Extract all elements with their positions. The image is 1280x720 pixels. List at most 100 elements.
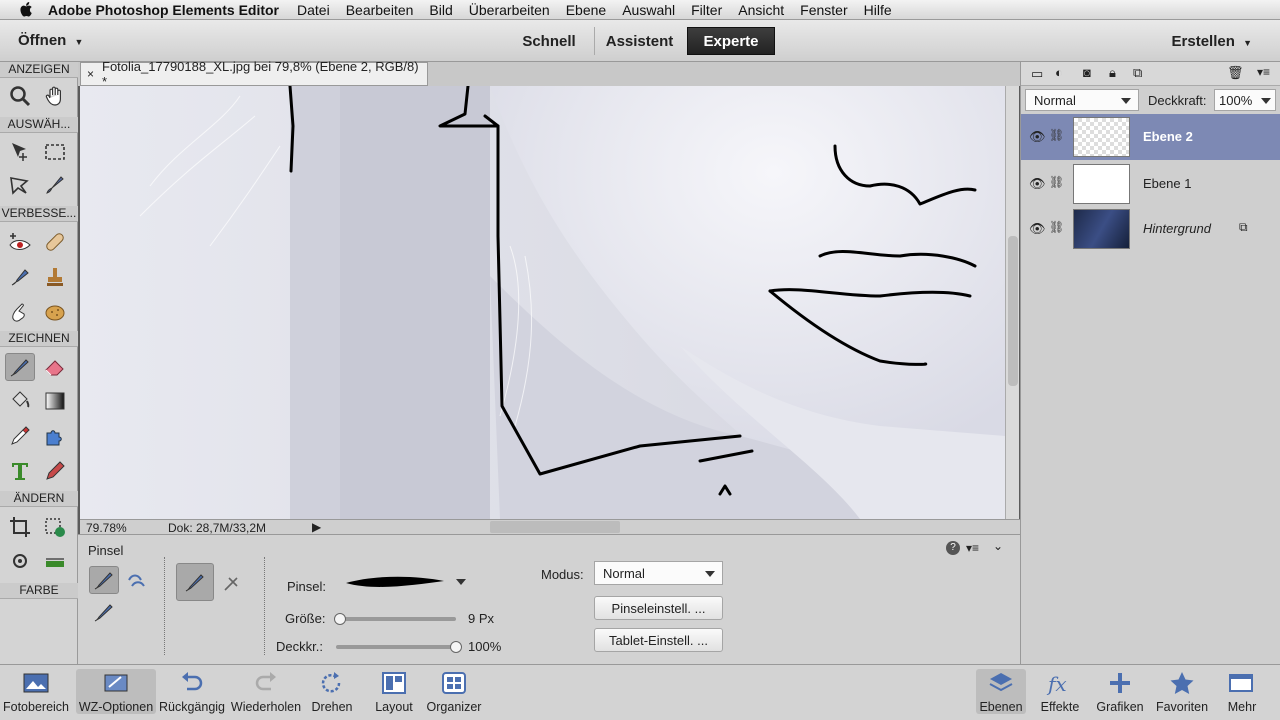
panel-menu-icon[interactable]: ▾≡	[966, 541, 979, 555]
blend-mode-value: Normal	[603, 565, 645, 581]
mode-assistent-button[interactable]: Assistent	[594, 27, 684, 55]
crop-tool[interactable]	[5, 513, 35, 541]
mode-experte-button[interactable]: Experte	[687, 27, 775, 55]
layer-name[interactable]: Ebene 1	[1143, 176, 1191, 191]
healing-tool[interactable]	[40, 228, 70, 256]
eye-icon[interactable]: 👁︎	[1029, 129, 1046, 145]
tablet-settings-button[interactable]: Tablet-Einstell. ...	[594, 628, 723, 652]
menu-bearbeiten[interactable]: Bearbeiten	[346, 2, 414, 18]
airbrush-off-toggle[interactable]	[176, 563, 214, 601]
content-aware-move-tool[interactable]	[5, 547, 35, 575]
menu-fenster[interactable]: Fenster	[800, 2, 847, 18]
menu-hilfe[interactable]: Hilfe	[864, 2, 892, 18]
sponge-tool[interactable]	[40, 298, 70, 326]
organizer-button[interactable]: Organizer	[414, 669, 494, 714]
graphics-button[interactable]: Grafiken	[1094, 669, 1146, 714]
panel-menu-icon[interactable]: ▾≡	[1257, 65, 1270, 79]
layer-row-hintergrund[interactable]: 👁︎ ⛓︎ Hintergrund ⧉	[1021, 206, 1280, 252]
red-eye-tool[interactable]	[5, 228, 35, 256]
photo-bin-button[interactable]: Fotobereich	[0, 669, 76, 714]
close-icon[interactable]: ×	[87, 67, 94, 81]
layer-opacity-field[interactable]: 100%	[1214, 89, 1276, 111]
straighten-tool[interactable]	[40, 547, 70, 575]
vertical-scroll-thumb[interactable]	[1008, 236, 1018, 386]
layers-panel-label: Ebenen	[979, 700, 1023, 714]
menu-auswahl[interactable]: Auswahl	[622, 2, 675, 18]
blend-mode-select[interactable]: Normal	[594, 561, 723, 585]
more-button[interactable]: Mehr	[1216, 669, 1268, 714]
eraser-tool[interactable]	[40, 353, 70, 381]
effects-button[interactable]: fx Effekte	[1034, 669, 1086, 714]
tool-options-button[interactable]: WZ-Optionen	[76, 669, 156, 714]
brush-settings-button[interactable]: Pinseleinstell. ...	[594, 596, 723, 620]
zoom-field[interactable]: 79.78%	[86, 521, 127, 535]
brush-tool[interactable]	[5, 353, 35, 381]
eye-icon[interactable]: 👁︎	[1029, 221, 1046, 237]
layer-row-ebene-1[interactable]: 👁︎ ⛓︎ Ebene 1	[1021, 161, 1280, 207]
smart-brush-tool[interactable]	[5, 263, 35, 291]
menu-datei[interactable]: Datei	[297, 2, 330, 18]
help-icon[interactable]: ?	[946, 541, 960, 555]
menu-ansicht[interactable]: Ansicht	[738, 2, 784, 18]
paint-bucket-tool[interactable]	[5, 387, 35, 415]
tool-options-label: WZ-Optionen	[78, 700, 154, 714]
layer-name[interactable]: Ebene 2	[1143, 129, 1193, 144]
layer-blend-mode-select[interactable]: Normal	[1025, 89, 1139, 111]
new-layer-icon[interactable]: ▭	[1031, 66, 1043, 82]
airbrush-toggle[interactable]	[218, 568, 248, 596]
brush-mode-brush[interactable]	[89, 566, 119, 594]
undo-button[interactable]: Rückgängig	[152, 669, 232, 714]
trash-icon[interactable]: 🗑︎	[1227, 65, 1244, 81]
menu-ebene[interactable]: Ebene	[566, 2, 606, 18]
brush-icon	[10, 359, 29, 377]
status-menu-arrow-icon[interactable]: ▶	[312, 520, 321, 534]
vertical-scrollbar[interactable]	[1005, 86, 1019, 519]
menu-ueberarbeiten[interactable]: Überarbeiten	[469, 2, 550, 18]
marquee-tool[interactable]	[40, 138, 70, 166]
apple-icon[interactable]	[18, 1, 36, 18]
favorites-button[interactable]: Favoriten	[1152, 669, 1212, 714]
quick-select-tool[interactable]	[40, 171, 70, 199]
brush-mode-impressionist[interactable]	[123, 566, 153, 594]
hand-tool[interactable]	[40, 82, 70, 110]
lock-all-icon[interactable]: 🔒︎	[1109, 65, 1116, 81]
mode-schnell-button[interactable]: Schnell	[507, 27, 591, 55]
document-tab[interactable]: × Fotolia_17790188_XL.jpg bei 79,8% (Ebe…	[80, 59, 428, 89]
zoom-tool[interactable]	[5, 82, 35, 110]
link-icon[interactable]: ⛓︎	[1049, 220, 1064, 234]
image-canvas[interactable]	[80, 86, 1005, 519]
collapse-panel-icon[interactable]: ⌄	[993, 539, 1003, 553]
layer-row-ebene-2[interactable]: 👁︎ ⛓︎ Ebene 2	[1021, 114, 1280, 160]
lasso-tool[interactable]	[5, 171, 35, 199]
text-tool[interactable]	[5, 457, 35, 485]
clone-stamp-tool[interactable]	[40, 263, 70, 291]
bucket-icon	[12, 391, 30, 408]
blur-tool[interactable]	[5, 298, 35, 326]
size-slider-knob[interactable]	[333, 613, 346, 625]
custom-shape-tool[interactable]	[40, 422, 70, 450]
opacity-slider[interactable]	[336, 645, 456, 649]
move-tool[interactable]	[5, 138, 35, 166]
brush-mode-color-replace[interactable]	[89, 598, 119, 626]
layer-mask-icon[interactable]: ◙	[1083, 65, 1091, 80]
eyedropper-tool[interactable]	[5, 422, 35, 450]
horizontal-scroll-thumb[interactable]	[490, 521, 620, 533]
size-slider[interactable]	[336, 617, 456, 621]
lock-transparency-icon[interactable]: ⧉	[1133, 65, 1142, 81]
menu-bild[interactable]: Bild	[429, 2, 452, 18]
menu-filter[interactable]: Filter	[691, 2, 722, 18]
brush-preset-picker[interactable]	[344, 571, 466, 593]
eye-icon[interactable]: 👁︎	[1029, 176, 1046, 192]
recompose-tool[interactable]	[40, 513, 70, 541]
adjustment-layer-icon[interactable]: ◐	[1055, 65, 1063, 80]
layers-panel-button[interactable]: Ebenen	[976, 669, 1026, 714]
gradient-tool[interactable]	[40, 387, 70, 415]
finger-icon	[12, 303, 25, 322]
open-menu-button[interactable]: Öffnen ▼	[18, 32, 83, 49]
opacity-slider-knob[interactable]	[450, 641, 462, 653]
create-menu-button[interactable]: Erstellen ▼	[1172, 33, 1252, 50]
link-icon[interactable]: ⛓︎	[1049, 128, 1064, 142]
link-icon[interactable]: ⛓︎	[1049, 175, 1064, 189]
pencil-tool[interactable]	[40, 457, 70, 485]
layer-name[interactable]: Hintergrund	[1143, 221, 1211, 236]
